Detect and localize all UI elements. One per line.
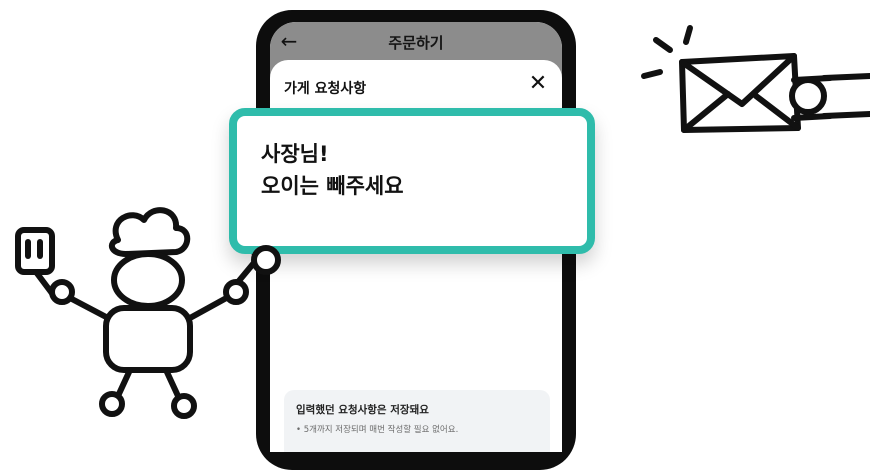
request-line-1: 사장님! [261,142,329,166]
request-text: 사장님! 오이는 빼주세요 [261,138,404,202]
request-line-2: 오이는 빼주세요 [261,174,404,198]
saved-requests-notice: 입력했던 요청사항은 저장돼요 • 5개까지 저장되며 매번 작성할 필요 없어… [284,390,550,452]
notice-item: • 5개까지 저장되며 매번 작성할 필요 없어요. [296,425,459,435]
request-textarea[interactable]: 사장님! 오이는 빼주세요 [229,108,595,254]
sheet-title: 가게 요청사항 [284,81,367,97]
chef-hand-illustration [251,245,281,275]
notice-title: 입력했던 요청사항은 저장돼요 [296,404,429,416]
envelope-illustration [641,25,870,133]
page-title: 주문하기 [388,34,444,52]
close-icon[interactable]: ✕ [526,72,550,96]
